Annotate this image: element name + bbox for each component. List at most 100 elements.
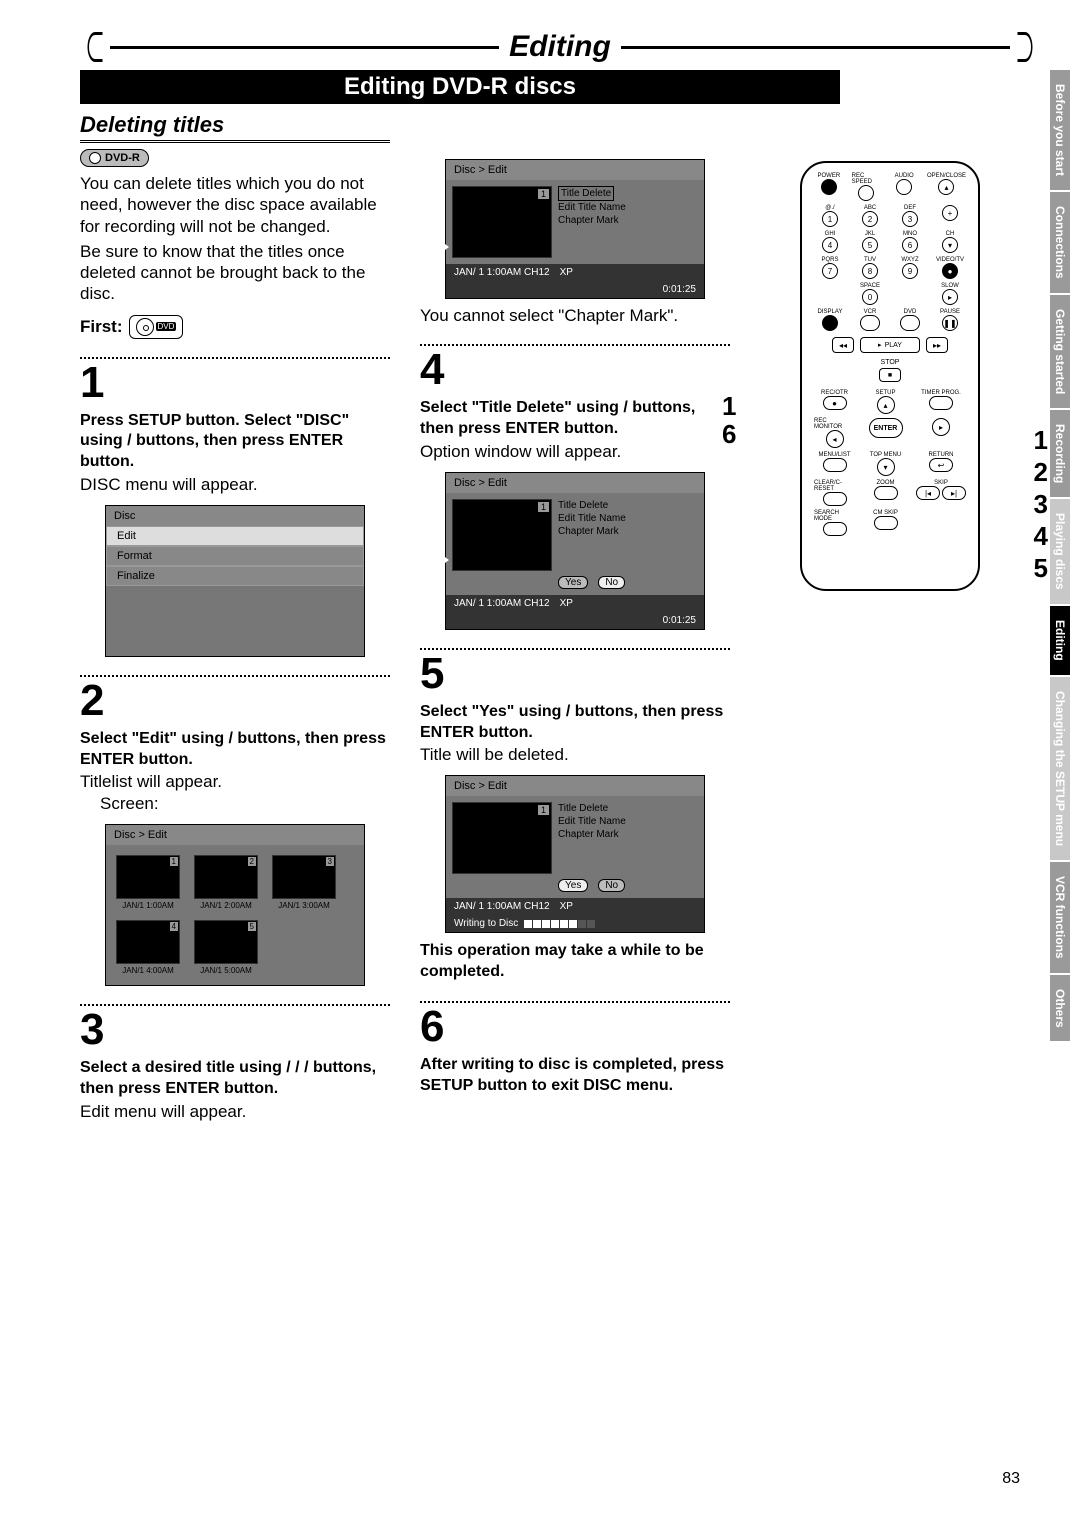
tab-changing-setup[interactable]: Changing the SETUP menu xyxy=(1050,677,1070,860)
rewind-icon: ◂◂ xyxy=(832,337,854,353)
play-row: ◂◂ ▸ PLAY ▸▸ xyxy=(814,337,966,353)
column-right: 1 6 1 2 3 4 5 POWER REC SPEED AUDIO OPEN… xyxy=(760,149,1020,1122)
osd-yes-button: Yes xyxy=(558,576,588,589)
enter-button: ENTER xyxy=(869,418,903,438)
title-thumbnail: 4JAN/1 4:00AM xyxy=(116,920,180,975)
step-separator xyxy=(80,1004,390,1006)
osd-statusbar: JAN/ 1 1:00AM CH12XP xyxy=(446,264,704,281)
callout-right-2: 2 xyxy=(1034,457,1048,488)
up-arrow-icon: ▴ xyxy=(877,396,895,414)
page-number: 83 xyxy=(1002,1470,1020,1488)
osd-head: Disc xyxy=(106,506,364,526)
step-3-number: 3 xyxy=(80,1008,390,1052)
bracket-right xyxy=(1018,32,1033,62)
step-4-instruction: Select "Title Delete" using / buttons, t… xyxy=(420,398,730,440)
step-4-result: Option window will appear. xyxy=(420,442,730,462)
section-heading: Deleting titles xyxy=(80,112,390,143)
osd-menu-item: Edit xyxy=(106,526,364,546)
page-title-band: Editing DVD-R discs xyxy=(80,70,840,104)
title-thumbnail: 3JAN/1 3:00AM xyxy=(272,855,336,910)
chapter-mark-note: You cannot select "Chapter Mark". xyxy=(420,305,730,326)
power-button-icon xyxy=(821,179,837,195)
osd-menu-item: Format xyxy=(106,546,364,566)
step-5-instruction: Select "Yes" using / buttons, then press… xyxy=(420,702,730,744)
side-tabs: Before you start Connections Getting sta… xyxy=(1050,70,1070,1043)
osd-no-button: No xyxy=(598,576,625,589)
step-separator xyxy=(80,675,390,677)
osd-no-button: No xyxy=(598,879,625,892)
step-3-result: Edit menu will appear. xyxy=(80,1102,390,1122)
osd-yes-no: Yes No xyxy=(558,576,626,589)
step-5-result: Title will be deleted. xyxy=(420,745,730,765)
right-arrow-icon: ▸ xyxy=(932,418,950,436)
step-6-number: 6 xyxy=(420,1005,730,1049)
play-triangle-icon xyxy=(441,241,449,253)
step-separator xyxy=(420,1001,730,1003)
osd-preview: 1 xyxy=(452,186,552,258)
osd-progress: Writing to Disc xyxy=(446,915,704,932)
column-middle: Disc > Edit 1 Title Delete Edit Title Na… xyxy=(420,149,730,1122)
tab-before-you-start[interactable]: Before you start xyxy=(1050,70,1070,190)
callout-right-3: 3 xyxy=(1034,489,1048,520)
tab-editing[interactable]: Editing xyxy=(1050,606,1070,675)
osd-confirm-dialog: Disc > Edit 1 Title Delete Edit Title Na… xyxy=(445,472,705,630)
chapter-title: Editing xyxy=(499,30,621,64)
eject-icon: ▴ xyxy=(938,179,954,195)
down-arrow-icon: ▾ xyxy=(877,458,895,476)
step-5-number: 5 xyxy=(420,652,730,696)
play-triangle-icon xyxy=(441,554,449,566)
callout-left-1: 1 xyxy=(722,391,736,422)
stop-icon: ■ xyxy=(879,368,901,382)
dvd-r-badge: DVD-R xyxy=(80,149,149,167)
step-separator xyxy=(420,344,730,346)
return-icon: ↩ xyxy=(929,458,953,472)
bracket-left xyxy=(88,32,103,62)
chapter-bar: Editing xyxy=(80,30,1040,64)
step-2-screen-label: Screen: xyxy=(80,794,390,814)
tab-vcr-functions[interactable]: VCR functions xyxy=(1050,862,1070,973)
column-left: DVD-R You can delete titles which you do… xyxy=(80,149,390,1122)
osd-titlelist: Disc > Edit 1JAN/1 1:00AM 2JAN/1 2:00AM … xyxy=(105,824,365,986)
title-thumbnail: 1JAN/1 1:00AM xyxy=(116,855,180,910)
left-arrow-icon: ◂ xyxy=(826,430,844,448)
rec-button-icon: ● xyxy=(823,396,847,410)
stop-row: STOP ■ xyxy=(814,359,966,382)
skip-back-icon: |◂ xyxy=(916,486,940,500)
writing-note: This operation may take a while to be co… xyxy=(420,941,730,983)
step-1-instruction: Press SETUP button. Select "DISC" using … xyxy=(80,411,390,473)
badge-label: DVD-R xyxy=(105,152,140,164)
remote-control-diagram: POWER REC SPEED AUDIO OPEN/CLOSE▴ @./1 A… xyxy=(800,161,980,591)
ffwd-icon: ▸▸ xyxy=(926,337,948,353)
osd-yes-button: Yes xyxy=(558,879,588,892)
step-separator xyxy=(420,648,730,650)
callout-right-1: 1 xyxy=(1034,425,1048,456)
osd-head: Disc > Edit xyxy=(446,160,704,180)
tab-getting-started[interactable]: Getting started xyxy=(1050,295,1070,408)
osd-edit-menu: Disc > Edit 1 Title Delete Edit Title Na… xyxy=(445,159,705,299)
callout-left-6: 6 xyxy=(722,419,736,450)
tab-connections[interactable]: Connections xyxy=(1050,192,1070,293)
tab-recording[interactable]: Recording xyxy=(1050,410,1070,497)
callout-right-5: 5 xyxy=(1034,553,1048,584)
step-1-result: DISC menu will appear. xyxy=(80,475,390,495)
step-1-number: 1 xyxy=(80,361,390,405)
osd-writing-dialog: Disc > Edit 1 Title Delete Edit Title Na… xyxy=(445,775,705,933)
disc-icon xyxy=(89,152,101,164)
osd-menu-list: Title Delete Edit Title Name Chapter Mar… xyxy=(558,186,626,227)
tab-playing-discs[interactable]: Playing discs xyxy=(1050,499,1070,604)
skip-fwd-icon: ▸| xyxy=(942,486,966,500)
tab-others[interactable]: Others xyxy=(1050,975,1070,1042)
osd-time: 0:01:25 xyxy=(446,281,704,298)
osd-disc-menu: Disc Edit Format Finalize xyxy=(105,505,365,657)
step-2-number: 2 xyxy=(80,679,390,723)
first-label: First: xyxy=(80,317,123,337)
osd-head: Disc > Edit xyxy=(106,825,364,845)
step-4-number: 4 xyxy=(420,348,730,392)
step-6-instruction: After writing to disc is completed, pres… xyxy=(420,1055,730,1097)
play-button: ▸ PLAY xyxy=(860,337,920,353)
callout-right-4: 4 xyxy=(1034,521,1048,552)
title-thumbnail: 2JAN/1 2:00AM xyxy=(194,855,258,910)
step-2-instruction: Select "Edit" using / buttons, then pres… xyxy=(80,729,390,771)
step-2-result: Titlelist will appear. xyxy=(80,772,390,792)
step-separator xyxy=(80,357,390,359)
